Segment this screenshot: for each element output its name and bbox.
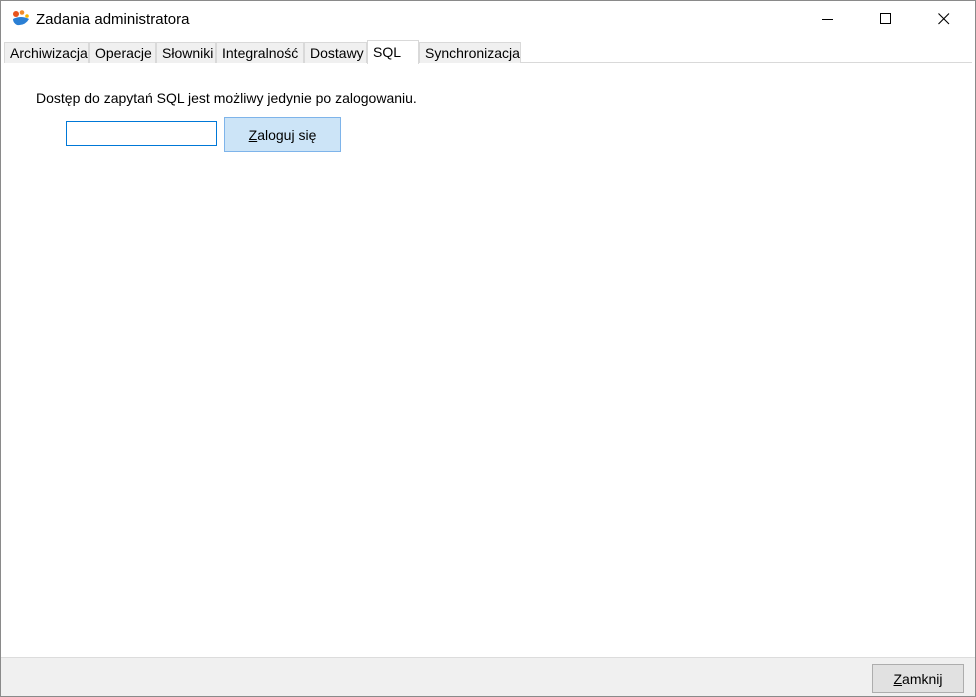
- login-required-message: Dostęp do zapytań SQL jest możliwy jedyn…: [36, 90, 417, 106]
- admin-tasks-window: Zadania administratora Archiwizacja Oper…: [0, 0, 976, 697]
- close-icon: [938, 12, 950, 28]
- title-bar[interactable]: Zadania administratora: [1, 1, 975, 39]
- tab-dostawy[interactable]: Dostawy: [304, 42, 367, 63]
- tab-archiwizacja[interactable]: Archiwizacja: [4, 42, 89, 63]
- close-window-button[interactable]: [915, 1, 973, 39]
- password-input[interactable]: [66, 121, 217, 146]
- tab-operacje[interactable]: Operacje: [89, 42, 156, 63]
- footer-bar: Zamknij: [1, 657, 975, 696]
- close-button-mnemonic: Z: [893, 670, 903, 687]
- minimize-icon: [822, 12, 834, 28]
- tab-integralnosc[interactable]: Integralność: [216, 42, 304, 63]
- tab-synchronizacja[interactable]: Synchronizacja: [419, 42, 521, 63]
- window-title: Zadania administratora: [36, 11, 190, 28]
- maximize-icon: [880, 12, 892, 28]
- minimize-button[interactable]: [799, 1, 857, 39]
- login-button[interactable]: Zaloguj się: [224, 117, 341, 152]
- tab-sql[interactable]: SQL: [367, 40, 419, 64]
- tab-slowniki[interactable]: Słowniki: [156, 42, 216, 63]
- maximize-button[interactable]: [857, 1, 915, 39]
- close-button-label: amknij: [902, 670, 943, 687]
- tab-strip: Archiwizacja Operacje Słowniki Integraln…: [4, 40, 972, 64]
- login-button-mnemonic: Z: [248, 126, 258, 143]
- login-button-label: aloguj się: [257, 126, 317, 143]
- close-button[interactable]: Zamknij: [872, 664, 964, 693]
- app-logo-icon: [11, 10, 31, 28]
- sql-tab-panel: Dostęp do zapytań SQL jest możliwy jedyn…: [4, 63, 972, 657]
